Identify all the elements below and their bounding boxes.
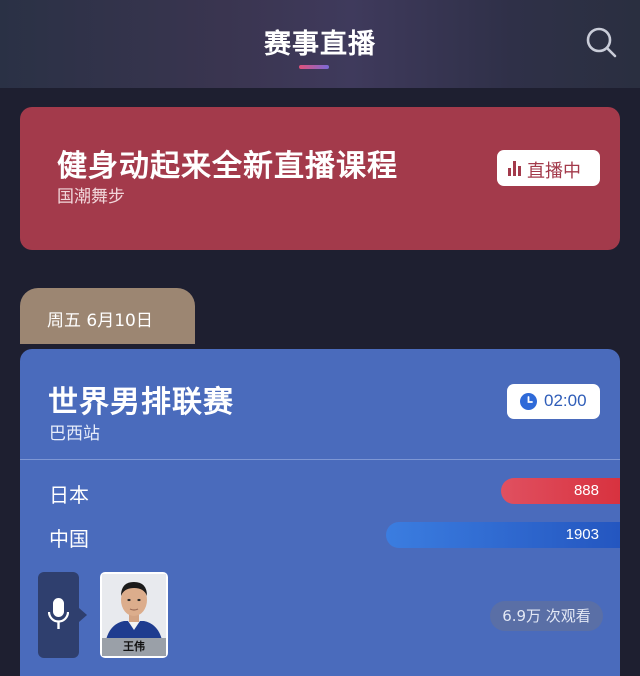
live-course-title: 健身动起来全新直播课程	[57, 149, 398, 184]
date-tab[interactable]: 周五 6月10日	[20, 288, 195, 344]
live-course-subtitle: 国潮舞步	[57, 187, 125, 207]
microphone-button[interactable]	[38, 572, 87, 658]
host-avatar[interactable]: 王伟	[100, 572, 168, 658]
host-name: 王伟	[102, 638, 166, 656]
clock-icon	[520, 393, 537, 410]
top-bar: 赛事直播	[0, 0, 640, 88]
match-card[interactable]: 世界男排联赛 巴西站 02:00 日本 888 中国 1903 王伟 6.9万 …	[20, 349, 620, 676]
page-title: 赛事直播	[264, 29, 376, 60]
title-underline	[299, 65, 329, 69]
date-label: 周五 6月10日	[47, 311, 153, 331]
team-score-bar-china: 1903	[386, 522, 620, 548]
match-title: 世界男排联赛	[48, 385, 234, 420]
match-time: 02:00	[544, 391, 587, 410]
team-score-china: 1903	[565, 526, 599, 543]
live-status-label: 直播中	[527, 161, 581, 182]
live-bars-icon	[508, 161, 522, 176]
divider	[20, 459, 620, 460]
view-count: 6.9万 次观看	[490, 601, 603, 631]
host-photo	[102, 574, 166, 640]
live-status-badge: 直播中	[497, 150, 600, 186]
team-score-bar-japan: 888	[501, 478, 620, 504]
team-name-japan: 日本	[49, 483, 89, 507]
team-name-china: 中国	[49, 527, 89, 551]
microphone-icon	[48, 598, 69, 629]
match-time-badge: 02:00	[507, 384, 600, 419]
team-score-japan: 888	[573, 482, 599, 499]
search-icon[interactable]	[583, 24, 619, 60]
match-subtitle: 巴西站	[49, 424, 100, 444]
live-course-card[interactable]: 健身动起来全新直播课程 国潮舞步 直播中	[20, 107, 620, 250]
